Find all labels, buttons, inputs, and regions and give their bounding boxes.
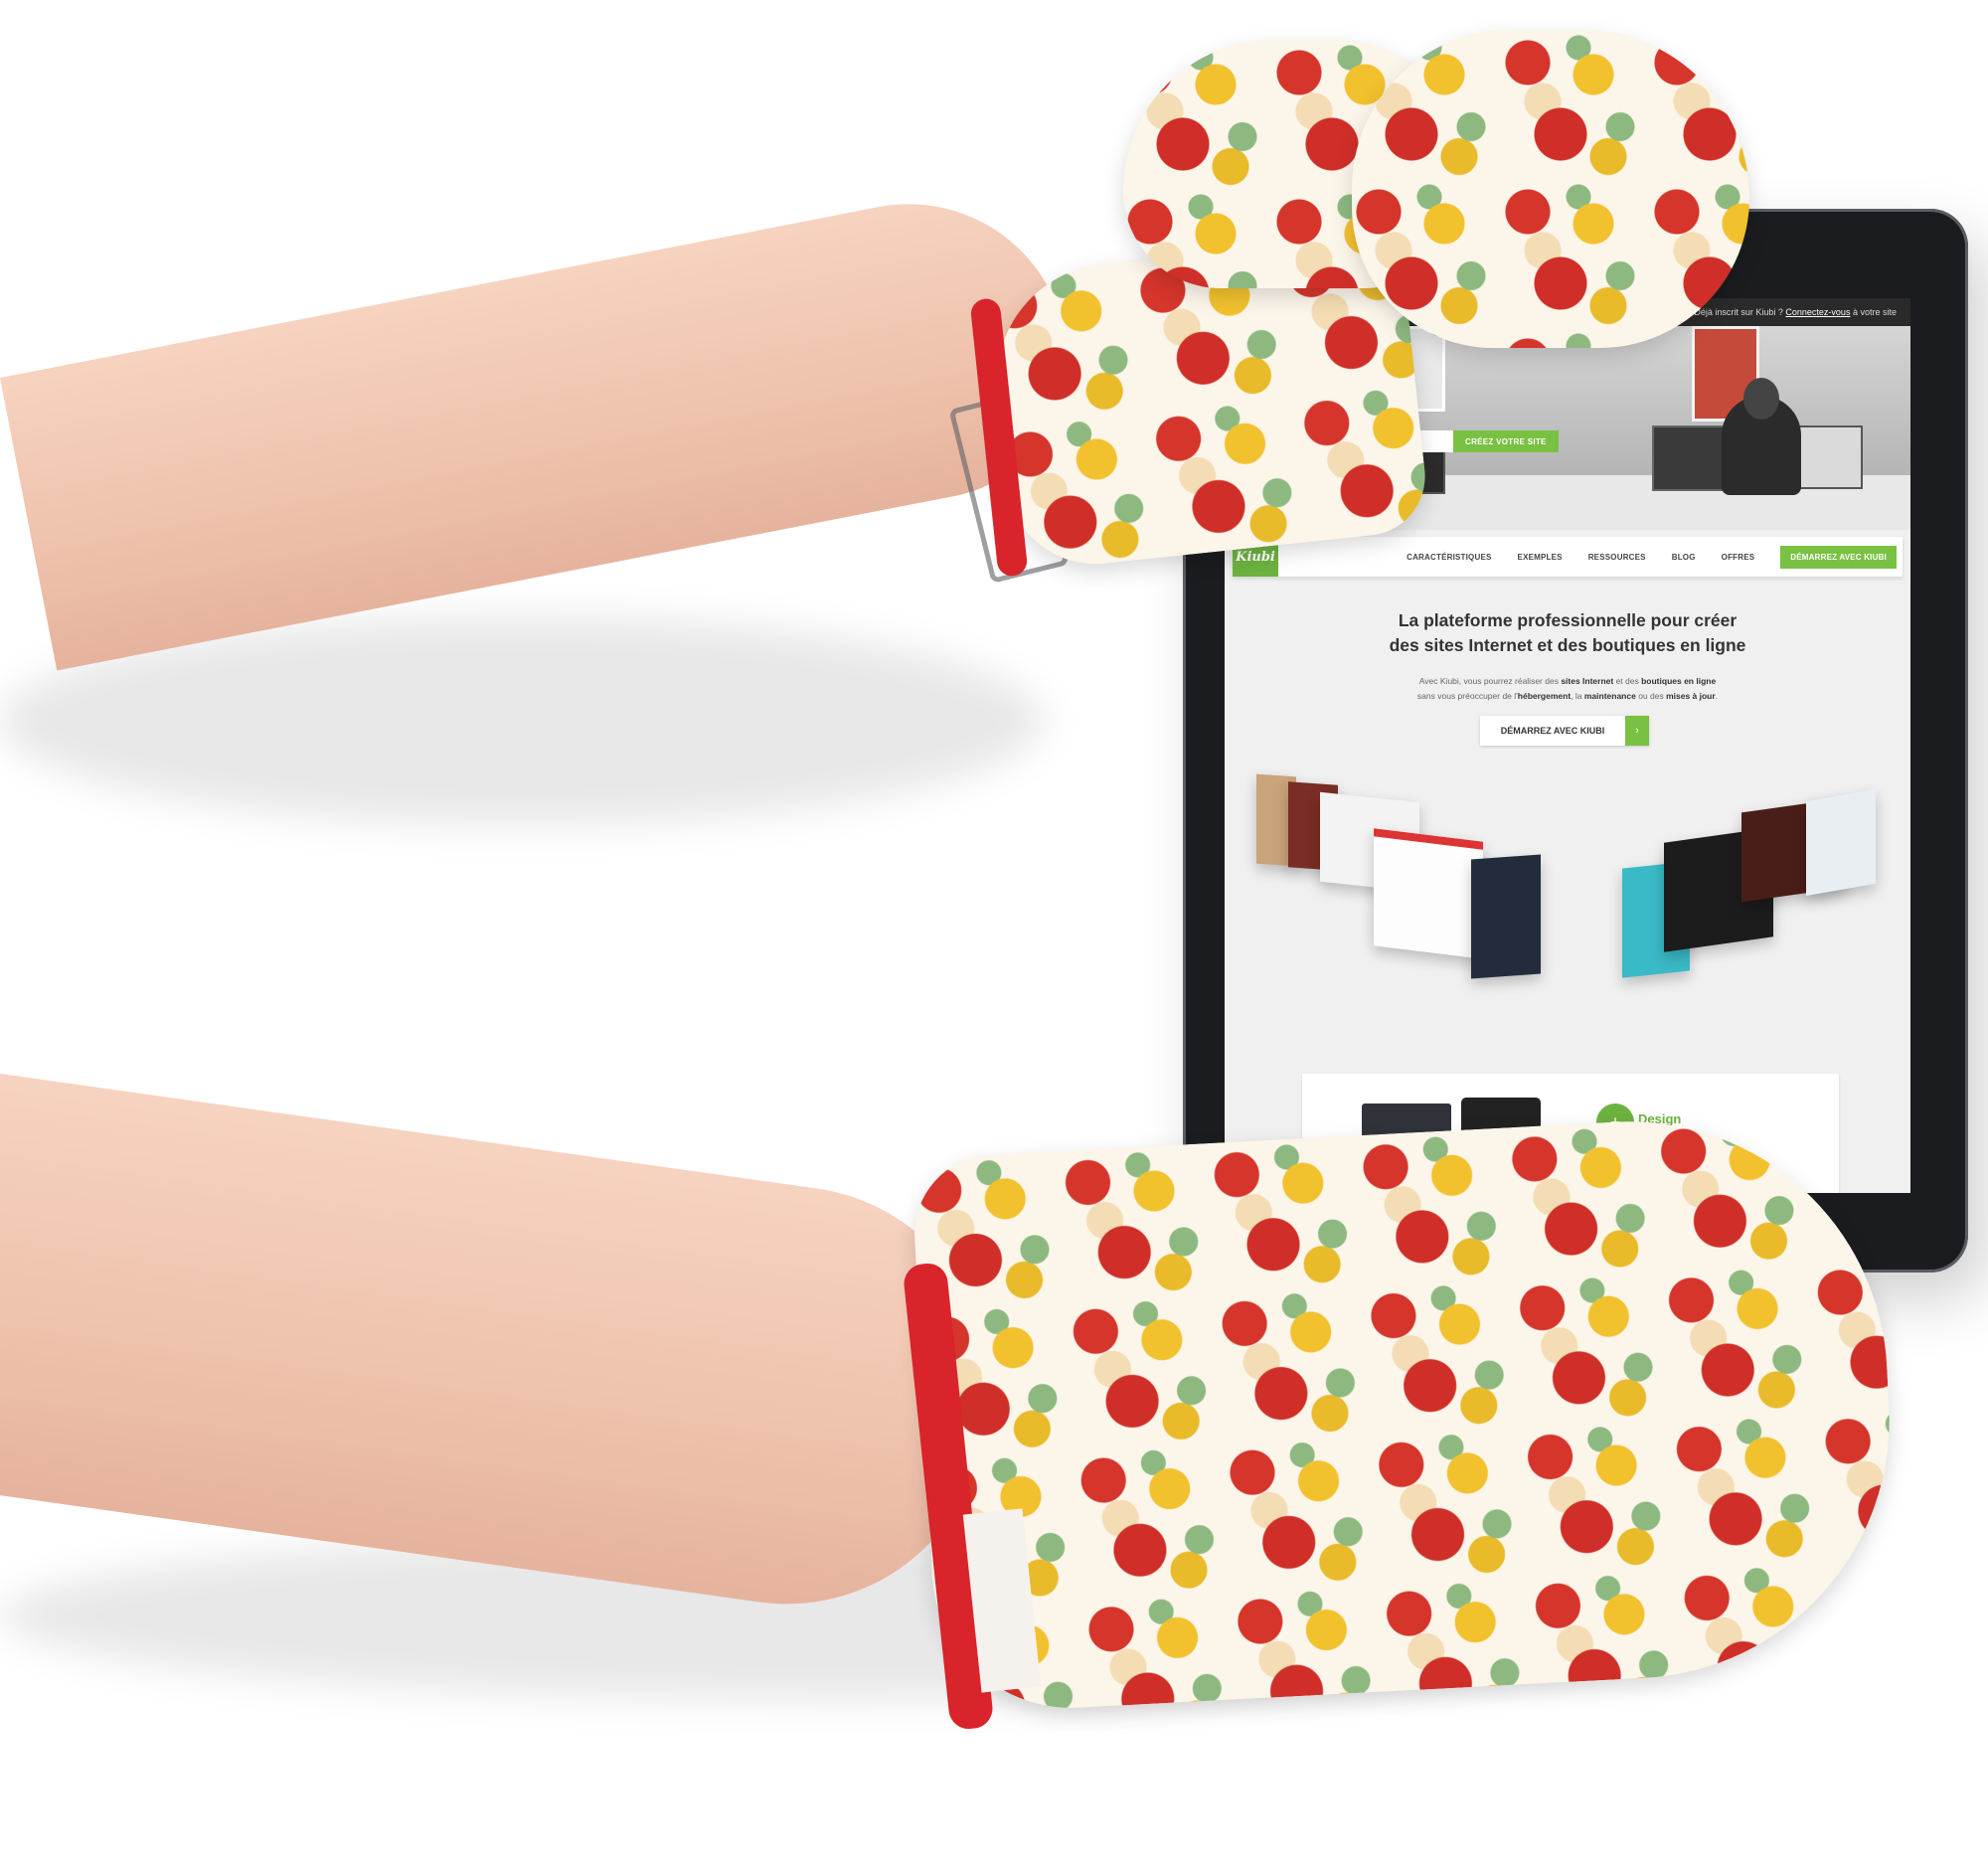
upper-arm <box>0 176 1091 671</box>
subtitle-bold: sites Internet <box>1561 676 1614 686</box>
person-head <box>1743 378 1779 420</box>
create-site-button[interactable]: CRÉEZ VOTRE SITE <box>1453 430 1559 452</box>
nav-item-caracteristiques[interactable]: CARACTÉRISTIQUES <box>1407 553 1491 562</box>
nav-links: CARACTÉRISTIQUES EXEMPLES RESSOURCES BLO… <box>1407 545 1897 569</box>
subtitle-text: . <box>1715 691 1719 701</box>
site-navbar: Kiubi CARACTÉRISTIQUES EXEMPLES RESSOURC… <box>1233 537 1903 577</box>
oven-mitt-top-fingers <box>1352 30 1749 348</box>
nav-item-ressources[interactable]: RESSOURCES <box>1588 553 1646 562</box>
lower-arm <box>0 1074 1014 1630</box>
login-suffix: à votre site <box>1852 307 1897 317</box>
start-kiubi-button[interactable]: DÉMARREZ AVEC KIUBI › <box>1480 716 1649 746</box>
nav-item-blog[interactable]: BLOG <box>1672 553 1696 562</box>
nav-cta-button[interactable]: DÉMARREZ AVEC KIUBI <box>1780 545 1897 569</box>
nav-item-offres[interactable]: OFFRES <box>1722 553 1755 562</box>
subtitle-text: , la <box>1571 691 1584 701</box>
subtitle-bold: mises à jour <box>1666 691 1716 701</box>
example-site-card[interactable] <box>1374 828 1483 959</box>
headline-line-2: des sites Internet et des boutiques en l… <box>1389 635 1746 655</box>
headline-line-1: La plateforme professionnelle pour créer <box>1398 610 1738 630</box>
subtitle-text: ou des <box>1635 691 1667 701</box>
oven-mitt-bottom <box>911 1108 1903 1715</box>
subtitle-bold: maintenance <box>1583 691 1636 701</box>
subtitle-bold: hébergement <box>1517 691 1572 701</box>
arrow-right-icon: › <box>1625 716 1649 746</box>
login-link[interactable]: Connectez-vous <box>1785 307 1850 317</box>
page-subtitle: Avec Kiubi, vous pourrez réaliser des si… <box>1225 674 1910 704</box>
login-prefix: Déjà inscrit sur Kiubi ? <box>1694 307 1783 317</box>
login-prompt: Déjà inscrit sur Kiubi ? Connectez-vous … <box>1694 307 1897 317</box>
example-site-card[interactable] <box>1806 788 1876 897</box>
subtitle-text: sans vous préoccuper de l' <box>1416 691 1518 701</box>
subtitle-text: et des <box>1613 676 1642 686</box>
start-button-label: DÉMARREZ AVEC KIUBI <box>1500 726 1605 736</box>
example-sites-gallery <box>1225 765 1910 1094</box>
nav-item-exemples[interactable]: EXEMPLES <box>1518 553 1563 562</box>
subtitle-bold: boutiques en ligne <box>1641 676 1717 686</box>
example-site-card[interactable] <box>1471 854 1541 979</box>
page-headline: La plateforme professionnelle pour créer… <box>1225 608 1910 658</box>
subtitle-text: Avec Kiubi, vous pourrez réaliser des <box>1418 676 1562 686</box>
